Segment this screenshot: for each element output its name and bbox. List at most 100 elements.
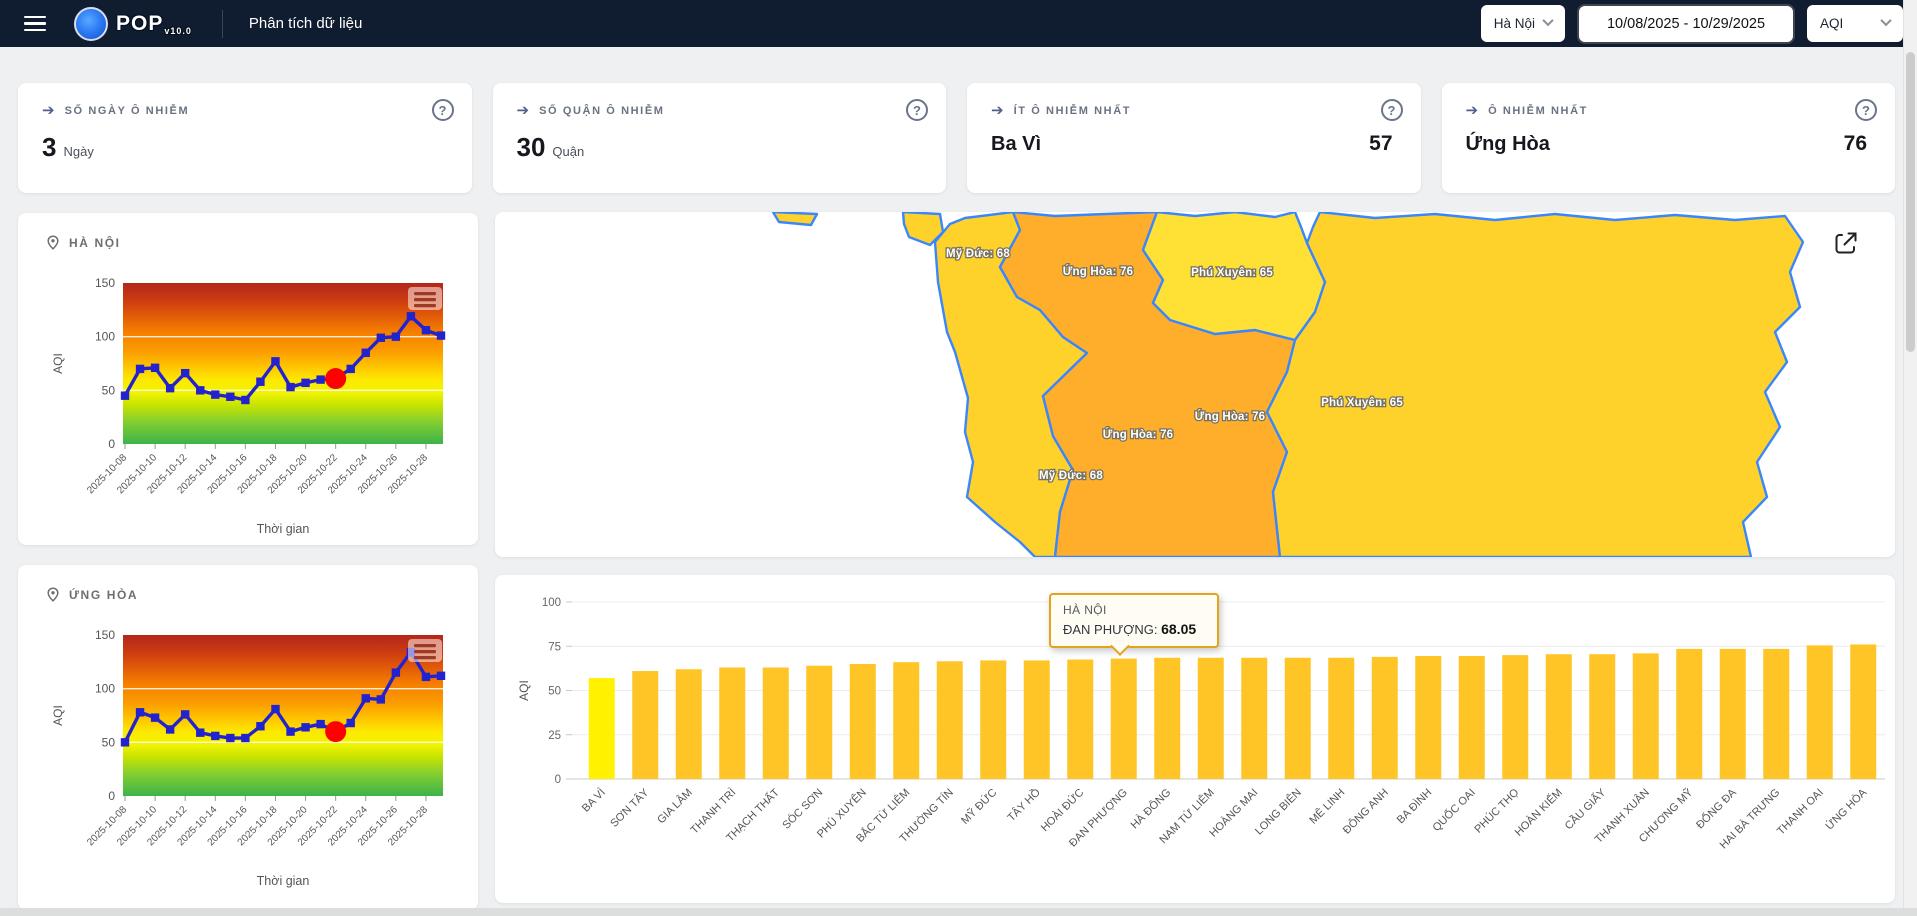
svg-text:100: 100	[542, 597, 561, 609]
stats-row: ➔ SỐ NGÀY Ô NHIỄM ? 3 Ngày ➔ SỐ QUẬN Ô N…	[18, 83, 1895, 193]
logo-version: v10.0	[164, 26, 192, 36]
bar-MÊ LINH	[1328, 658, 1354, 779]
bar-TÂY HỒ	[1024, 660, 1050, 779]
svg-text:MÊ LINH: MÊ LINH	[1307, 786, 1348, 827]
svg-text:BA ĐÌNH: BA ĐÌNH	[1394, 786, 1434, 826]
bar-GIA LÂM	[676, 669, 702, 779]
top-navbar: POPv10.0 Phân tích dữ liệu Hà Nội 10/08/…	[0, 0, 1917, 47]
svg-text:100: 100	[95, 682, 115, 696]
arrow-right-icon: ➔	[991, 103, 1004, 118]
map-label: Mỹ Đức: 68	[946, 248, 1010, 260]
open-external-icon[interactable]	[1831, 228, 1861, 258]
stat-aqi-value: 76	[1844, 132, 1873, 156]
chart-menu-icon	[408, 639, 442, 662]
map-region-phu-xuyen-east	[1267, 212, 1803, 557]
svg-text:Thời gian: Thời gian	[257, 522, 310, 536]
unghoa-aqi-card: ỨNG HÒA 050100150AQI2025-10-082025-10-10…	[18, 565, 478, 910]
svg-text:100: 100	[95, 330, 115, 344]
svg-text:0: 0	[108, 789, 115, 803]
vertical-scrollbar[interactable]	[1903, 0, 1917, 916]
bar-tooltip: HÀ NỘI ĐAN PHƯỢNG: 68.05	[1049, 593, 1219, 648]
bar-NAM TỪ LIÊM	[1198, 658, 1224, 779]
city-selector-value: Hà Nội	[1494, 16, 1535, 31]
district-aqi-bar-card: 0255075100AQIBA VÌSƠN TÂYGIA LÂMTHANH TR…	[495, 575, 1895, 903]
menu-hamburger-icon[interactable]	[24, 16, 46, 32]
bar-ĐAN PHƯỢNG	[1111, 659, 1137, 779]
bar-CẦU GIẤY	[1589, 654, 1615, 779]
tooltip-district: ĐAN PHƯỢNG:	[1063, 622, 1157, 637]
chevron-down-icon	[1880, 14, 1891, 25]
bar-THẠCH THẤT	[763, 667, 789, 779]
chevron-down-icon	[1542, 14, 1553, 25]
stat-aqi-value: 57	[1369, 132, 1398, 156]
map-label: Ứng Hòa: 76	[1103, 428, 1174, 441]
map-region-fragment	[773, 212, 817, 225]
svg-text:AQI: AQI	[517, 680, 531, 701]
bar-THANH TRÌ	[719, 667, 745, 779]
bar-PHÚC THỌ	[1502, 655, 1528, 779]
bar-ỨNG HÒA	[1850, 644, 1876, 779]
svg-text:BA VÌ: BA VÌ	[579, 786, 608, 815]
stat-district-name: Ứng Hòa	[1466, 133, 1550, 156]
help-icon[interactable]: ?	[1381, 99, 1403, 121]
scrollbar-thumb[interactable]	[1906, 52, 1915, 352]
bar-THƯỜNG TÍN	[937, 661, 963, 779]
tooltip-value: 68.05	[1161, 621, 1196, 637]
district-aqi-map[interactable]: Mỹ Đức: 68Ứng Hòa: 76Phú Xuyên: 65Phú Xu…	[495, 212, 1895, 557]
bar-LONG BIÊN	[1285, 658, 1311, 779]
svg-text:QUỐC OAI: QUỐC OAI	[1429, 785, 1478, 834]
unghoa-aqi-line-chart[interactable]: 050100150AQI2025-10-082025-10-102025-10-…	[18, 623, 478, 895]
bar-THANH OAI	[1807, 645, 1833, 779]
date-range-value: 10/08/2025 - 10/29/2025	[1607, 16, 1765, 32]
arrow-right-icon: ➔	[1466, 103, 1479, 118]
bar-ĐỐNG ĐA	[1720, 649, 1746, 779]
horizontal-scrollbar[interactable]	[0, 908, 1917, 916]
bar-HOÀNG MAI	[1241, 658, 1267, 779]
page-title: Phân tích dữ liệu	[249, 15, 362, 32]
bar-SÓC SƠN	[806, 666, 832, 779]
stat-unit: Quận	[552, 144, 584, 159]
location-pin-icon	[46, 235, 60, 250]
metric-selector[interactable]: AQI	[1807, 5, 1903, 42]
stat-value: 3	[42, 132, 56, 163]
svg-text:50: 50	[548, 686, 561, 698]
help-icon[interactable]: ?	[432, 99, 454, 121]
chart-title: HÀ NỘI	[69, 236, 121, 250]
metric-selector-value: AQI	[1820, 16, 1843, 31]
svg-text:LONG BIÊN: LONG BIÊN	[1252, 786, 1304, 838]
stat-label: Ô NHIỄM NHẤT	[1488, 105, 1588, 117]
map-label: Phú Xuyên: 65	[1321, 397, 1403, 409]
stat-unit: Ngày	[63, 144, 93, 159]
choropleth-map[interactable]: Mỹ Đức: 68Ứng Hòa: 76Phú Xuyên: 65Phú Xu…	[495, 212, 1895, 557]
city-selector[interactable]: Hà Nội	[1481, 5, 1565, 42]
help-icon[interactable]: ?	[906, 99, 928, 121]
hanoi-aqi-line-chart[interactable]: 050100150AQI2025-10-082025-10-102025-10-…	[18, 271, 478, 543]
navbar-divider	[222, 10, 223, 38]
stat-label: ÍT Ô NHIỄM NHẤT	[1014, 105, 1132, 117]
stat-district-name: Ba Vì	[991, 133, 1041, 156]
app-logo[interactable]: POPv10.0	[74, 7, 192, 41]
svg-text:HÀ ĐÔNG: HÀ ĐÔNG	[1128, 786, 1173, 831]
help-icon[interactable]: ?	[1855, 99, 1877, 121]
map-label: Ứng Hòa: 76	[1063, 265, 1134, 278]
arrow-right-icon: ➔	[42, 103, 55, 118]
svg-text:THANH OAI: THANH OAI	[1775, 787, 1826, 838]
svg-text:50: 50	[102, 383, 116, 397]
bar-HÀ ĐÔNG	[1154, 658, 1180, 779]
svg-text:Thời gian: Thời gian	[257, 874, 310, 888]
bar-QUỐC OAI	[1459, 656, 1485, 779]
svg-text:ĐỐNG ĐA: ĐỐNG ĐA	[1693, 785, 1740, 832]
hanoi-aqi-card: HÀ NỘI 050100150AQI2025-10-082025-10-102…	[18, 213, 478, 545]
svg-text:ĐÔNG ANH: ĐÔNG ANH	[1340, 786, 1391, 837]
tooltip-region: HÀ NỘI	[1063, 603, 1205, 617]
svg-text:150: 150	[95, 628, 115, 642]
bar-HOÀI ĐỨC	[1067, 660, 1093, 779]
svg-text:50: 50	[102, 735, 116, 749]
svg-text:0: 0	[555, 774, 561, 786]
svg-text:HOÀI ĐỨC: HOÀI ĐỨC	[1038, 786, 1086, 834]
svg-text:GIA LÂM: GIA LÂM	[655, 786, 695, 826]
stat-card-least-polluted: ➔ ÍT Ô NHIỄM NHẤT ? Ba Vì 57	[967, 83, 1421, 193]
map-label: Mỹ Đức: 68	[1039, 470, 1103, 482]
date-range-input[interactable]: 10/08/2025 - 10/29/2025	[1577, 4, 1795, 44]
svg-text:TÂY HỒ: TÂY HỒ	[1005, 786, 1043, 824]
